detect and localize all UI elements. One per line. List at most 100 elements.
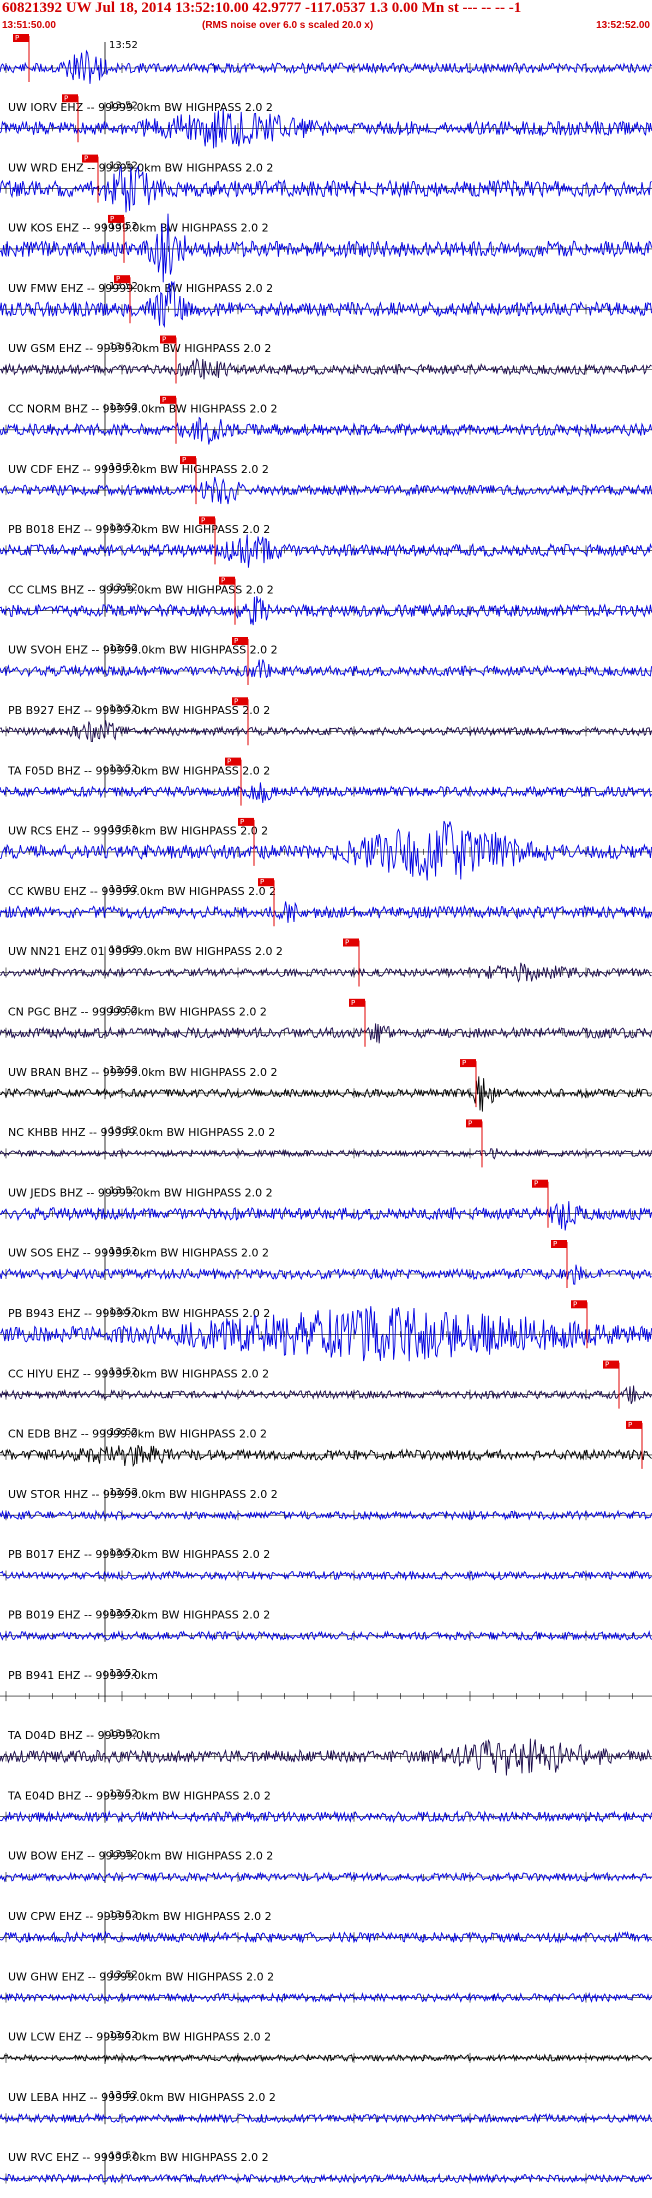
pick-label: P	[64, 94, 68, 102]
channel-label: UW BRAN BHZ -- 99999.0km BW HIGHPASS 2.0…	[8, 1066, 278, 1079]
minute-label: 13:52	[109, 884, 138, 895]
waveform-trace	[0, 1076, 652, 1112]
waveform-trace	[0, 357, 652, 380]
pick-label: P	[553, 1240, 557, 1248]
channel-label: CC NORM BHZ -- 99999.0km BW HIGHPASS 2.0…	[8, 403, 277, 416]
minute-label: 13:52	[109, 703, 138, 714]
minute-label: 13:52	[109, 1306, 138, 1317]
pick-label: P	[234, 637, 238, 645]
minute-label: 13:52	[109, 402, 138, 413]
pick-label: P	[162, 336, 166, 344]
minute-label: 13:52	[109, 2030, 138, 2041]
pick-label: P	[221, 577, 225, 585]
channel-label: PB B019 EHZ -- 99999.0km BW HIGHPASS 2.0…	[8, 1609, 270, 1622]
channel-row: 13:52PUW KOS EHZ -- 99999.0km BW HIGHPAS…	[0, 154, 652, 235]
minute-label: 13:52	[109, 1246, 138, 1257]
minute-label: 13:52	[109, 764, 138, 775]
channel-label: PB B017 EHZ -- 99999.0km BW HIGHPASS 2.0…	[8, 1548, 270, 1561]
waveform-trace	[0, 1871, 652, 1883]
waveform-trace	[0, 1444, 652, 1468]
minute-label: 13:52	[109, 1427, 138, 1438]
pick-label: P	[345, 939, 349, 947]
pick-label: P	[240, 818, 244, 826]
channel-label: NC KHBB HHZ -- 99999.0km BW HIGHPASS 2.0…	[8, 1126, 275, 1139]
channel-label: PB B927 EHZ -- 99999.0km BW HIGHPASS 2.0…	[8, 704, 270, 717]
pick-label: P	[162, 396, 166, 404]
channel-label: UW GHW EHZ -- 99999.0km BW HIGHPASS 2.0 …	[8, 1970, 274, 1983]
channel-label: UW FMW EHZ -- 99999.0km BW HIGHPASS 2.0 …	[8, 282, 273, 295]
channel-label: TA F05D BHZ -- 99999.0km BW HIGHPASS 2.0…	[7, 764, 270, 777]
channel-label: UW STOR HHZ -- 99999.0km BW HIGHPASS 2.0…	[8, 1488, 278, 1501]
pick-label: P	[351, 999, 355, 1007]
channel-label: TA E04D BHZ -- 99999.0km BW HIGHPASS 2.0…	[7, 1789, 271, 1802]
channel-row: 13:52PUW IORV EHZ -- 99999.0km BW HIGHPA…	[0, 34, 652, 114]
waveform-trace	[0, 720, 652, 743]
waveform-trace	[0, 108, 652, 149]
minute-label: 13:52	[109, 643, 138, 654]
waveform-trace	[0, 1385, 652, 1405]
waveform-trace	[0, 534, 652, 568]
minute-label: 13:52	[109, 1367, 138, 1378]
pick-label: P	[573, 1300, 577, 1308]
minute-label: 13:52	[109, 522, 138, 533]
minute-label: 13:52	[109, 824, 138, 835]
channel-label: CC HIYU EHZ -- 99999.0km BW HIGHPASS 2.0…	[8, 1367, 269, 1380]
waveform-trace	[0, 1264, 652, 1285]
minute-label: 13:52	[109, 1668, 138, 1679]
minute-label: 13:52	[109, 1005, 138, 1016]
minute-label: 13:52	[109, 945, 138, 956]
pick-label: P	[116, 275, 120, 283]
pick-label: P	[227, 758, 231, 766]
pick-label: P	[15, 34, 19, 42]
minute-label: 13:52	[109, 1728, 138, 1739]
waveform-trace	[0, 476, 652, 505]
pick-label: P	[534, 1180, 538, 1188]
channel-label: CC CLMS BHZ -- 99999.0km BW HIGHPASS 2.0…	[8, 583, 274, 596]
minute-label: 13:52	[109, 1909, 138, 1920]
seismogram-panel: 13:52PUW IORV EHZ -- 99999.0km BW HIGHPA…	[0, 34, 652, 2185]
waveform-trace	[0, 659, 652, 679]
minute-label: 13:52	[109, 1789, 138, 1800]
channel-label: UW SOS EHZ -- 99999.0km BW HIGHPASS 2.0 …	[8, 1247, 269, 1260]
minute-label: 13:52	[109, 1065, 138, 1076]
channel-label: UW WRD EHZ -- 99999.0km BW HIGHPASS 2.0 …	[8, 161, 273, 174]
waveform-trace	[0, 1201, 652, 1231]
channel-label: CC KWBU EHZ -- 99999.0km BW HIGHPASS 2.0…	[8, 885, 276, 898]
waveform-trace	[0, 416, 652, 445]
minute-label: 13:52	[109, 40, 138, 51]
pick-label: P	[234, 697, 238, 705]
channel-label: UW LCW EHZ -- 99999.0km BW HIGHPASS 2.0 …	[8, 2031, 271, 2044]
channel-label: PB B018 EHZ -- 99999.0km BW HIGHPASS 2.0…	[8, 523, 270, 536]
channel-label: UW CPW EHZ -- 99999.0km BW HIGHPASS 2.0 …	[8, 1910, 272, 1923]
pick-label: P	[462, 1059, 466, 1067]
channel-label: UW CDF EHZ -- 99999.0km BW HIGHPASS 2.0 …	[8, 463, 269, 476]
waveform-trace	[0, 782, 652, 804]
pick-label: P	[84, 155, 88, 163]
channel-label: UW BOW EHZ -- 99999.0km BW HIGHPASS 2.0 …	[8, 1850, 273, 1863]
channel-label: UW KOS EHZ -- 99999.0km BW HIGHPASS 2.0 …	[8, 222, 269, 235]
minute-label: 13:52	[109, 100, 138, 111]
pick-label: P	[201, 516, 205, 524]
waveform-trace	[0, 49, 652, 84]
pick-label: P	[182, 456, 186, 464]
minute-label: 13:52	[109, 1849, 138, 1860]
channel-label: UW GSM EHZ -- 99999.0km BW HIGHPASS 2.0 …	[8, 342, 271, 355]
channel-label: UW JEDS BHZ -- 99999.0km BW HIGHPASS 2.0…	[8, 1186, 273, 1199]
minute-label: 13:52	[109, 1608, 138, 1619]
pick-label: P	[110, 215, 114, 223]
channel-label: UW RCS EHZ -- 99999.0km BW HIGHPASS 2.0 …	[8, 825, 268, 838]
channel-label: UW IORV EHZ -- 99999.0km BW HIGHPASS 2.0…	[8, 101, 273, 114]
minute-label: 13:52	[109, 1186, 138, 1197]
pick-label: P	[468, 1119, 472, 1127]
waveform-trace	[0, 962, 652, 983]
waveform-trace	[0, 1023, 652, 1044]
minute-label: 13:52	[109, 1487, 138, 1498]
channel-label: PB B943 EHZ -- 99999.0km BW HIGHPASS 2.0…	[8, 1307, 270, 1320]
channel-label: UW SVOH EHZ -- 99999.0km BW HIGHPASS 2.0…	[8, 644, 278, 657]
minute-label: 13:52	[109, 342, 138, 353]
minute-label: 13:52	[109, 462, 138, 473]
pick-label: P	[628, 1421, 632, 1429]
minute-label: 13:52	[109, 1125, 138, 1136]
channel-label: UW LEBA HHZ -- 99999.0km BW HIGHPASS 2.0…	[8, 2091, 276, 2104]
minute-label: 13:52	[109, 161, 138, 172]
